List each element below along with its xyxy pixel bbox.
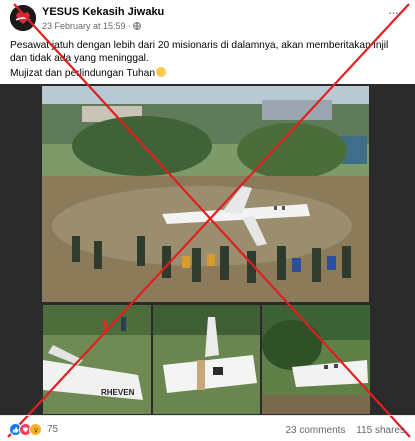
post-timestamp[interactable]: 23 February at 15:59 <box>42 21 126 31</box>
facebook-post: YESUS Kekasih Jiwaku 23 February at 15:5… <box>0 0 415 441</box>
reactions-summary[interactable]: 75 <box>9 423 58 436</box>
comments-count-link[interactable]: 23 comments <box>285 425 345 436</box>
reaction-count: 75 <box>47 424 59 435</box>
shares-count-link[interactable]: 115 shares <box>356 425 405 436</box>
more-options-button[interactable]: ··· <box>383 6 403 22</box>
post-caption: Pesawat jatuh dengan lebih dari 20 misio… <box>10 40 389 64</box>
post-header: YESUS Kekasih Jiwaku 23 February at 15:5… <box>0 0 415 36</box>
meta-separator: · <box>127 21 131 31</box>
globe-icon <box>132 22 141 31</box>
photo-crash-detail-left[interactable]: RHEVEN <box>43 305 151 414</box>
post-meta: 23 February at 15:59 · <box>42 21 141 31</box>
photo-main-crash-scene[interactable] <box>42 86 369 302</box>
post-stats: 23 comments 115 shares <box>277 425 405 436</box>
page-name-link[interactable]: YESUS Kekasih Jiwaku <box>42 6 164 18</box>
plane-registration-text: RHEVEN <box>101 388 135 397</box>
photo-crash-detail-middle[interactable] <box>153 305 260 414</box>
wow-icon <box>29 423 42 436</box>
smiling-face-emoji-icon <box>156 67 166 77</box>
photo-crash-detail-right[interactable] <box>262 305 370 414</box>
page-avatar[interactable] <box>10 5 36 31</box>
post-footer: 75 23 comments 115 shares <box>0 415 415 441</box>
caption-line2-text: Mujizat dan perlindungan Tuhan <box>10 68 155 79</box>
post-caption-line2: Mujizat dan perlindungan Tuhan <box>10 67 166 79</box>
